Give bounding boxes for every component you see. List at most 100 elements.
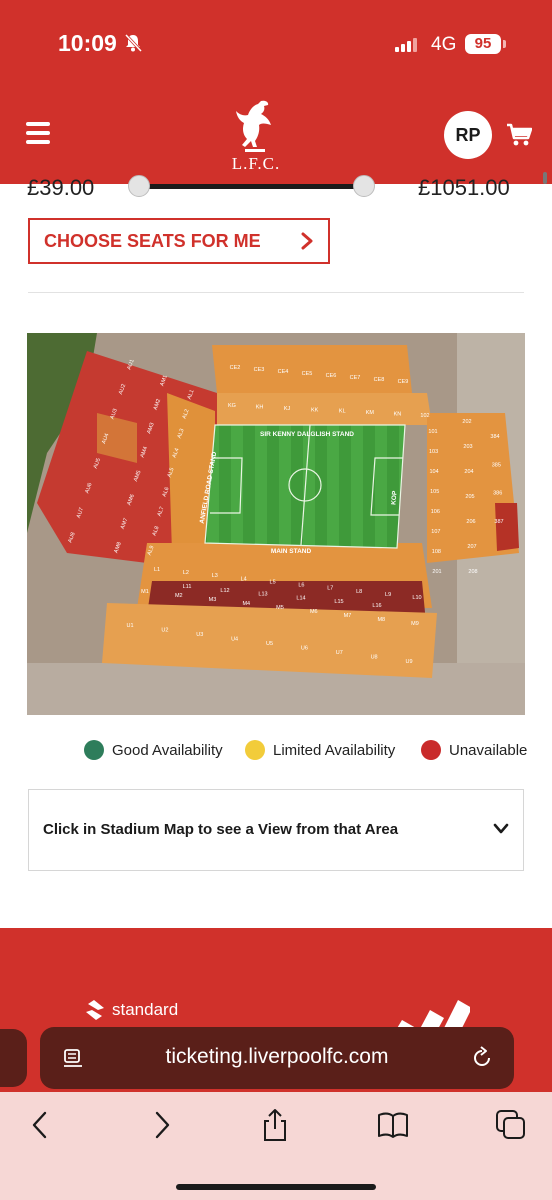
section-label-387[interactable]: 387 (494, 519, 503, 525)
section-label-106[interactable]: 106 (431, 509, 440, 515)
site-header: L.F.C. RP (0, 92, 552, 184)
legend-unavailable: Unavailable (421, 740, 527, 760)
price-slider-max-handle[interactable] (353, 175, 375, 197)
section-label-km[interactable]: KM (366, 410, 375, 416)
share-icon[interactable] (258, 1108, 292, 1142)
legend-good-dot (84, 740, 104, 760)
kenny-dalglish-lower (217, 393, 432, 425)
section-label-l15[interactable]: L15 (334, 599, 343, 605)
section-label-l13[interactable]: L13 (258, 592, 267, 598)
section-label-ce7[interactable]: CE7 (350, 375, 361, 381)
section-label-ce9[interactable]: CE9 (398, 379, 409, 385)
section-label-102[interactable]: 102 (420, 413, 429, 419)
section-label-104[interactable]: 104 (430, 469, 439, 475)
section-label-l5[interactable]: L5 (270, 579, 276, 585)
section-label-u9[interactable]: U9 (405, 659, 412, 665)
address-bar[interactable]: ticketing.liverpoolfc.com (40, 1027, 514, 1089)
section-label-u2[interactable]: U2 (161, 628, 168, 634)
section-label-u3[interactable]: U3 (196, 632, 203, 638)
section-label-385[interactable]: 385 (492, 462, 501, 468)
section-label-m6[interactable]: M6 (310, 609, 318, 615)
tabs-icon[interactable] (494, 1108, 528, 1142)
section-label-202[interactable]: 202 (462, 419, 471, 425)
chevron-right-icon (301, 232, 313, 250)
stadium-map[interactable]: SIR KENNY DALGLISH STAND ANFIELD ROAD ST… (27, 333, 525, 715)
section-label-u8[interactable]: U8 (371, 655, 378, 661)
url-text: ticketing.liverpoolfc.com (165, 1045, 389, 1068)
section-label-l3[interactable]: L3 (212, 573, 218, 579)
section-label-kg[interactable]: KG (228, 403, 236, 409)
section-label-l16[interactable]: L16 (372, 603, 381, 609)
section-label-208[interactable]: 208 (468, 569, 477, 575)
back-icon[interactable] (24, 1108, 58, 1142)
section-label-103[interactable]: 103 (429, 449, 438, 455)
bookmarks-icon[interactable] (376, 1108, 410, 1142)
section-label-m3[interactable]: M3 (209, 597, 217, 603)
price-slider-min-handle[interactable] (128, 175, 150, 197)
user-avatar[interactable]: RP (444, 111, 492, 159)
section-label-m2[interactable]: M2 (175, 593, 183, 599)
section-label-u7[interactable]: U7 (336, 650, 343, 656)
battery-badge: 95 (465, 34, 501, 54)
section-label-l6[interactable]: L6 (298, 583, 304, 589)
section-label-u1[interactable]: U1 (126, 623, 133, 629)
shopping-cart-icon[interactable] (506, 123, 532, 147)
hamburger-menu-icon[interactable] (26, 122, 50, 144)
section-label-l10[interactable]: L10 (412, 595, 421, 601)
section-label-l1[interactable]: L1 (154, 567, 160, 573)
section-label-kj[interactable]: KJ (284, 406, 291, 412)
section-label-u4[interactable]: U4 (231, 637, 238, 643)
section-label-kn[interactable]: KN (394, 412, 402, 418)
choose-seats-for-me-button[interactable]: CHOOSE SEATS FOR ME (28, 218, 330, 264)
section-label-107[interactable]: 107 (431, 529, 440, 535)
section-label-m9[interactable]: M9 (411, 621, 419, 627)
section-label-kk[interactable]: KK (311, 407, 319, 413)
section-divider (28, 292, 524, 293)
section-label-m7[interactable]: M7 (344, 613, 352, 619)
section-label-108[interactable]: 108 (432, 549, 441, 555)
section-label-ce5[interactable]: CE5 (302, 371, 313, 377)
stand-label-east: KOP (390, 490, 398, 505)
section-label-l11[interactable]: L11 (183, 584, 192, 590)
section-label-384[interactable]: 384 (490, 434, 499, 440)
section-label-l8[interactable]: L8 (356, 589, 362, 595)
section-label-204[interactable]: 204 (464, 469, 473, 475)
forward-icon[interactable] (144, 1108, 178, 1142)
section-label-u5[interactable]: U5 (266, 641, 273, 647)
section-label-206[interactable]: 206 (466, 519, 475, 525)
section-label-201[interactable]: 201 (432, 569, 441, 575)
reload-icon[interactable] (470, 1046, 494, 1070)
view-from-area-accordion[interactable]: Click in Stadium Map to see a View from … (28, 789, 524, 871)
kenny-dalglish-upper (212, 345, 412, 393)
section-label-kh[interactable]: KH (256, 404, 264, 410)
liverbird-logo-icon[interactable] (231, 97, 279, 159)
section-label-ce6[interactable]: CE6 (326, 373, 337, 379)
section-label-205[interactable]: 205 (465, 494, 474, 500)
section-label-ce2[interactable]: CE2 (230, 365, 241, 371)
section-label-l12[interactable]: L12 (220, 588, 229, 594)
section-label-ce8[interactable]: CE8 (374, 377, 385, 383)
section-label-m5[interactable]: M5 (276, 605, 284, 611)
section-label-kl[interactable]: KL (339, 409, 346, 415)
price-slider-track[interactable] (138, 184, 364, 189)
previous-tab-preview[interactable] (0, 1029, 27, 1087)
section-label-ce3[interactable]: CE3 (254, 367, 265, 373)
section-label-m8[interactable]: M8 (377, 617, 385, 623)
section-label-m1[interactable]: M1 (141, 589, 149, 595)
section-label-l2[interactable]: L2 (183, 570, 189, 576)
section-label-386[interactable]: 386 (493, 491, 502, 497)
section-label-105[interactable]: 105 (430, 489, 439, 495)
standard-chartered-logo[interactable]: standard (84, 1000, 178, 1020)
section-label-ce4[interactable]: CE4 (278, 369, 289, 375)
section-label-l14[interactable]: L14 (296, 595, 305, 601)
page-scrollbar[interactable] (543, 172, 547, 184)
section-label-u6[interactable]: U6 (301, 646, 308, 652)
section-label-l9[interactable]: L9 (385, 592, 391, 598)
section-label-207[interactable]: 207 (467, 544, 476, 550)
section-label-101[interactable]: 101 (428, 429, 437, 435)
battery-tip (503, 40, 506, 48)
section-label-m4[interactable]: M4 (242, 601, 250, 607)
section-label-l4[interactable]: L4 (241, 576, 247, 582)
section-label-l7[interactable]: L7 (327, 586, 333, 592)
section-label-203[interactable]: 203 (463, 444, 472, 450)
